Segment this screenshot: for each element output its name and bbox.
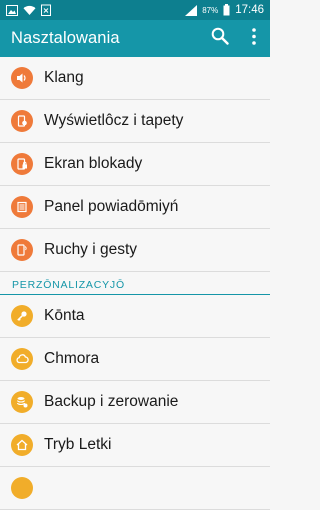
status-bar-right: 87% 17:46 — [185, 4, 264, 16]
volume-icon — [11, 67, 33, 89]
wifi-icon — [23, 5, 36, 16]
search-button[interactable] — [202, 20, 238, 57]
settings-item-backup-reset[interactable]: Backup i zerowanie — [0, 381, 270, 424]
app-bar: Nasztalowania — [0, 20, 270, 57]
settings-item-sound[interactable]: Klang — [0, 57, 270, 100]
settings-item-label: Kōnta — [44, 307, 85, 324]
settings-item-motions-gestures[interactable]: Ruchy i gesty — [0, 229, 270, 272]
settings-item-label: Tryb Letki — [44, 436, 112, 453]
display-icon — [11, 110, 33, 132]
settings-item-notification-panel[interactable]: Panel powiadōmiyń — [0, 186, 270, 229]
more-options-button[interactable] — [238, 20, 270, 57]
status-bar: 87% 17:46 — [0, 0, 270, 20]
search-icon — [211, 27, 229, 50]
battery-icon — [223, 4, 230, 16]
gestures-icon — [11, 239, 33, 261]
settings-item-display[interactable]: Wyświetlôcz i tapety — [0, 100, 270, 143]
settings-item-label: Ruchy i gesty — [44, 241, 138, 258]
clipboard-x-icon — [41, 4, 51, 16]
home-icon — [11, 434, 33, 456]
status-bar-left — [6, 4, 51, 16]
settings-list: Klang Wyświetlôcz i tapety Ekran blokady… — [0, 57, 270, 510]
settings-item-lock-screen[interactable]: Ekran blokady — [0, 143, 270, 186]
lock-screen-icon — [11, 153, 33, 175]
settings-item-partial[interactable] — [0, 467, 270, 510]
cloud-icon — [11, 348, 33, 370]
settings-item-cloud[interactable]: Chmora — [0, 338, 270, 381]
clock: 17:46 — [235, 4, 264, 16]
page-title: Nasztalowania — [11, 29, 120, 47]
backup-icon — [11, 391, 33, 413]
settings-item-easy-mode[interactable]: Tryb Letki — [0, 424, 270, 467]
partial-item-icon — [11, 477, 33, 499]
settings-item-label: Panel powiadōmiyń — [44, 198, 179, 215]
section-header-personalization: PERZŌNALIZACYJŌ — [0, 272, 270, 295]
settings-item-label: Ekran blokady — [44, 155, 143, 172]
key-icon — [11, 305, 33, 327]
notification-panel-icon — [11, 196, 33, 218]
settings-item-accounts[interactable]: Kōnta — [0, 295, 270, 338]
more-vert-icon — [252, 27, 256, 50]
settings-item-label: Chmora — [44, 350, 100, 367]
settings-item-label: Klang — [44, 69, 84, 86]
settings-item-label: Backup i zerowanie — [44, 393, 179, 410]
image-icon — [6, 4, 18, 16]
battery-percent: 87% — [202, 5, 219, 15]
signal-icon — [185, 4, 198, 16]
settings-item-label: Wyświetlôcz i tapety — [44, 112, 184, 129]
